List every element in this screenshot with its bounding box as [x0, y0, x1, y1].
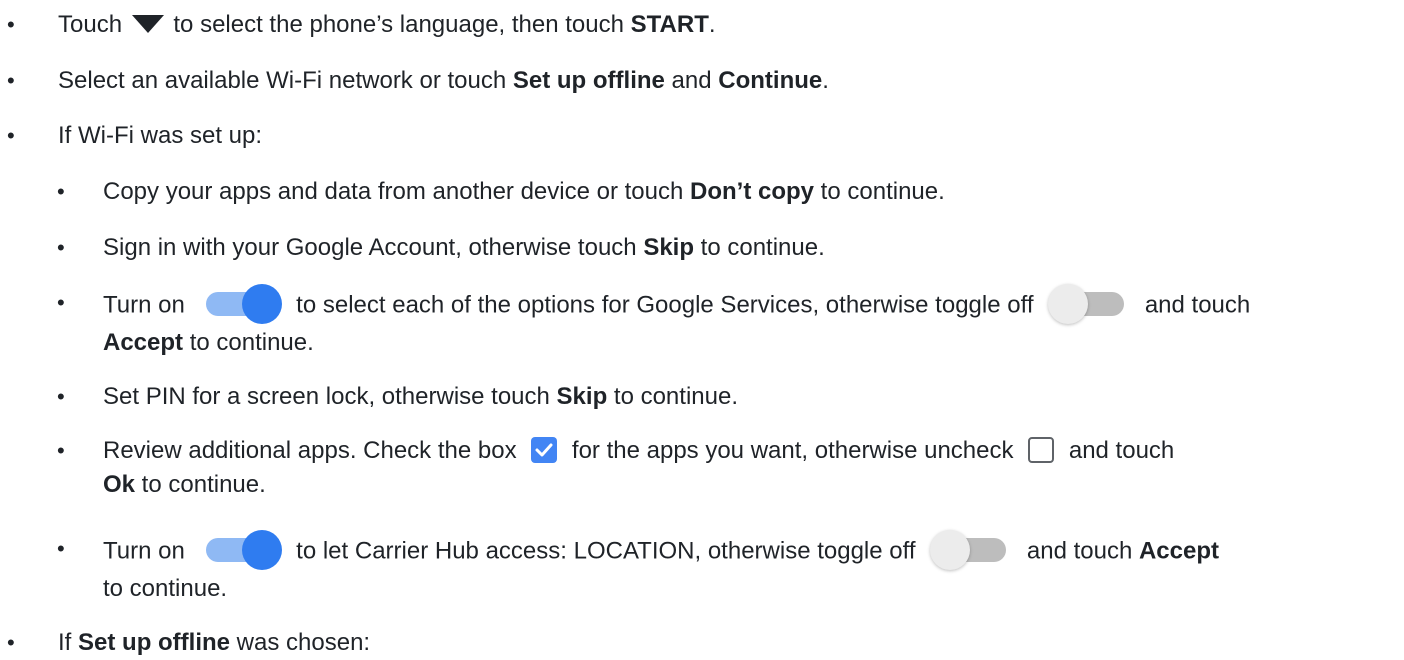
step-google-services: • Turn on to select each of the options … — [57, 284, 1250, 360]
bullet: • — [57, 290, 65, 315]
toggle-on-icon — [200, 284, 282, 324]
step-if-offline: • If Set up offline was chosen: — [7, 626, 370, 660]
checkbox-unchecked-icon — [1028, 436, 1055, 463]
bullet: • — [57, 235, 65, 260]
accept-keyword: Accept — [1138, 537, 1219, 565]
checkbox-checked-icon — [531, 436, 558, 463]
toggle-off-icon — [930, 530, 1012, 570]
step-if-wifi: • If Wi-Fi was set up: — [7, 119, 262, 153]
step-copy-apps: • Copy your apps and data from another d… — [57, 175, 945, 209]
bullet: • — [7, 123, 15, 148]
step-carrier-hub: • Turn on to let Carrier Hub access: LOC… — [57, 530, 1219, 606]
toggle-off-icon — [1048, 284, 1130, 324]
bullet: • — [7, 12, 15, 37]
start-keyword: START — [630, 11, 709, 38]
step-set-pin: • Set PIN for a screen lock, otherwise t… — [57, 380, 738, 414]
bullet: • — [57, 179, 65, 204]
toggle-on-icon — [200, 530, 282, 570]
dont-copy-keyword: Don’t copy — [690, 178, 815, 205]
bullet: • — [57, 438, 65, 463]
bullet: • — [57, 536, 65, 561]
skip-keyword: Skip — [556, 383, 608, 410]
bullet: • — [7, 68, 15, 93]
bullet: • — [7, 630, 15, 655]
skip-keyword: Skip — [643, 234, 694, 261]
step-additional-apps: • Review additional apps. Check the box … — [57, 434, 1174, 502]
step-wifi: • Select an available Wi-Fi network or t… — [7, 64, 829, 98]
step-select-language: • Touch to select the phone’s language, … — [7, 8, 716, 42]
set-up-offline-keyword: Set up offline — [78, 629, 231, 656]
bullet: • — [57, 384, 65, 409]
set-up-offline-keyword: Set up offline — [512, 67, 665, 94]
dropdown-triangle-icon — [131, 11, 165, 37]
ok-keyword: Ok — [103, 471, 136, 498]
continue-keyword: Continue — [718, 67, 823, 94]
step-sign-in: • Sign in with your Google Account, othe… — [57, 231, 825, 265]
accept-keyword: Accept — [103, 329, 184, 356]
